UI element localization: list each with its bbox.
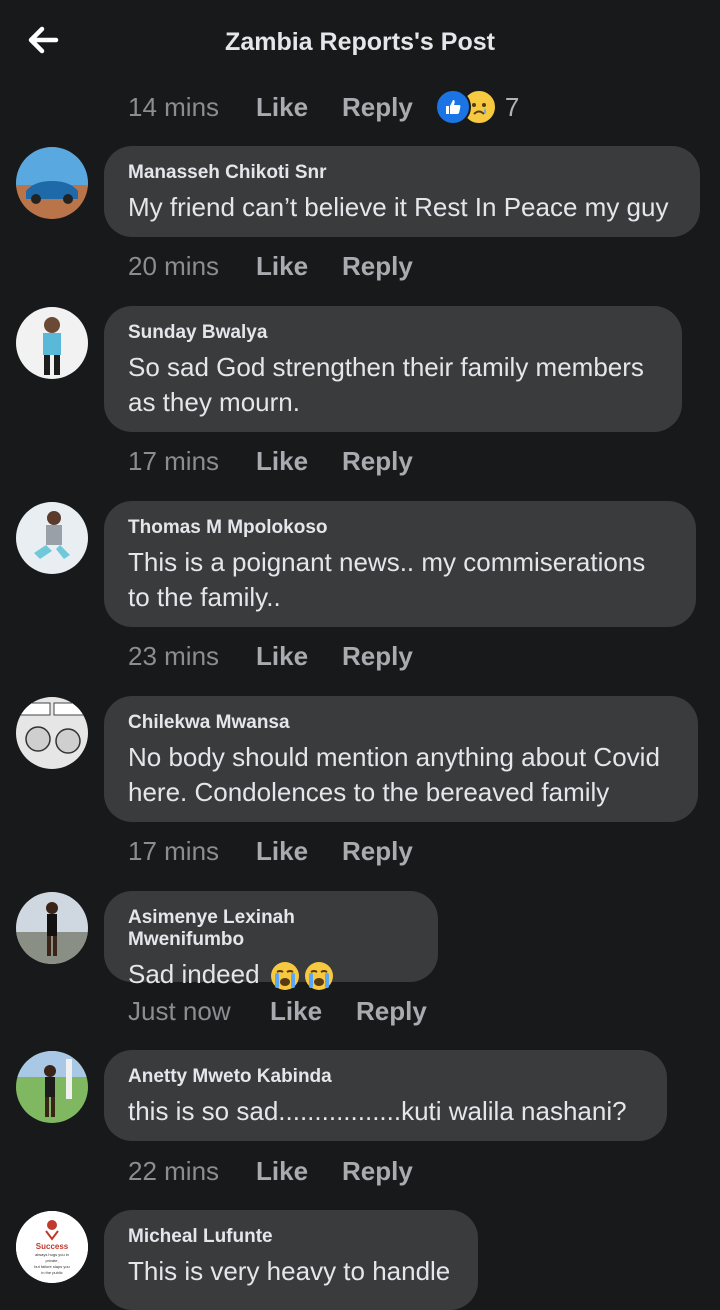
like-link[interactable]: Like — [256, 1156, 308, 1187]
reply-link[interactable]: Reply — [342, 446, 413, 477]
reaction-summary[interactable]: 7 — [434, 89, 520, 125]
comment-bubble[interactable]: Chilekwa Mwansa No body should mention a… — [104, 696, 698, 822]
comment-bubble[interactable]: Micheal Lufunte This is very heavy to ha… — [104, 1210, 478, 1310]
avatar[interactable] — [16, 307, 88, 379]
comment-meta: 20 mins Like Reply — [128, 246, 413, 286]
comment-author[interactable]: Asimenye Lexinah Mwenifumbo — [128, 907, 414, 951]
like-link[interactable]: Like — [256, 446, 308, 477]
comment-meta: 17 mins Like Reply — [128, 441, 413, 481]
comment-time: 20 mins — [128, 250, 220, 281]
loudly-crying-emoji — [270, 962, 299, 991]
comment-meta: Just now Like Reply — [128, 991, 427, 1031]
comment-time: Just now — [128, 995, 231, 1026]
comment-bubble[interactable]: Thomas M Mpolokoso This is a poignant ne… — [104, 501, 696, 627]
reaction-count: 7 — [504, 91, 520, 122]
comment-text: This is a poignant news.. my commiserati… — [128, 547, 646, 612]
comment-text: So sad God strengthen their family membe… — [128, 352, 644, 417]
avatar-caption: but failure slaps you — [34, 1264, 70, 1269]
avatar[interactable] — [16, 892, 88, 964]
reply-link[interactable]: Reply — [356, 996, 427, 1027]
thumbs-up-icon — [434, 89, 471, 125]
comment-time: 17 mins — [128, 445, 220, 476]
comment-text: this is so sad.................kuti wali… — [128, 1096, 627, 1126]
reply-link[interactable]: Reply — [342, 641, 413, 672]
comment-bubble[interactable]: Anetty Mweto Kabinda this is so sad.....… — [104, 1050, 667, 1141]
comment-author[interactable]: Chilekwa Mwansa — [128, 712, 674, 734]
comment-meta: 22 mins Like Reply — [128, 1151, 413, 1191]
avatar[interactable] — [16, 697, 88, 769]
comment-author[interactable]: Manasseh Chikoti Snr — [128, 162, 676, 184]
avatar-caption: in the public — [41, 1270, 62, 1275]
avatar[interactable] — [16, 1051, 88, 1123]
avatar-caption: always hugs you in — [35, 1252, 69, 1257]
comment-text-row: Sad indeed — [128, 957, 414, 992]
reply-link[interactable]: Reply — [342, 251, 413, 282]
page-title: Zambia Reports's Post — [225, 28, 495, 56]
comment-time: 22 mins — [128, 1155, 220, 1186]
reply-link[interactable]: Reply — [342, 836, 413, 867]
like-link[interactable]: Like — [256, 251, 308, 282]
comment-meta: 14 mins Like Reply 7 — [128, 87, 519, 127]
like-link[interactable]: Like — [270, 996, 322, 1027]
avatar[interactable]: Success always hugs you in private, but … — [16, 1211, 88, 1283]
comment-text: My friend can’t believe it Rest In Peace… — [128, 192, 669, 222]
comment-bubble[interactable]: Sunday Bwalya So sad God strengthen thei… — [104, 306, 682, 432]
comment-meta: 23 mins Like Reply — [128, 636, 413, 676]
comment-time: 14 mins — [128, 91, 220, 122]
header-bar: Zambia Reports's Post — [0, 0, 720, 88]
comment-author[interactable]: Sunday Bwalya — [128, 322, 658, 344]
comment-text: This is very heavy to handle — [128, 1256, 451, 1286]
comment-time: 17 mins — [128, 835, 220, 866]
comment-meta: 17 mins Like Reply — [128, 831, 413, 871]
avatar[interactable] — [16, 147, 88, 219]
comment-text: Sad indeed — [128, 959, 260, 989]
comment-text: No body should mention anything about Co… — [128, 742, 660, 807]
comment-author[interactable]: Thomas M Mpolokoso — [128, 517, 672, 539]
like-link[interactable]: Like — [256, 641, 308, 672]
reply-link[interactable]: Reply — [342, 1156, 413, 1187]
comment-bubble[interactable]: Manasseh Chikoti Snr My friend can’t bel… — [104, 146, 700, 237]
avatar-caption: private, — [45, 1258, 58, 1263]
comment-bubble[interactable]: Asimenye Lexinah Mwenifumbo Sad indeed — [104, 891, 438, 991]
comment-time: 23 mins — [128, 640, 220, 671]
comment-author[interactable]: Micheal Lufunte — [128, 1226, 454, 1248]
like-link[interactable]: Like — [256, 836, 308, 867]
like-link[interactable]: Like — [256, 92, 308, 123]
loudly-crying-emoji — [304, 962, 333, 991]
avatar[interactable] — [16, 502, 88, 574]
reply-link[interactable]: Reply — [342, 92, 413, 123]
comment-author[interactable]: Anetty Mweto Kabinda — [128, 1066, 643, 1088]
avatar-caption: Success — [36, 1242, 69, 1251]
